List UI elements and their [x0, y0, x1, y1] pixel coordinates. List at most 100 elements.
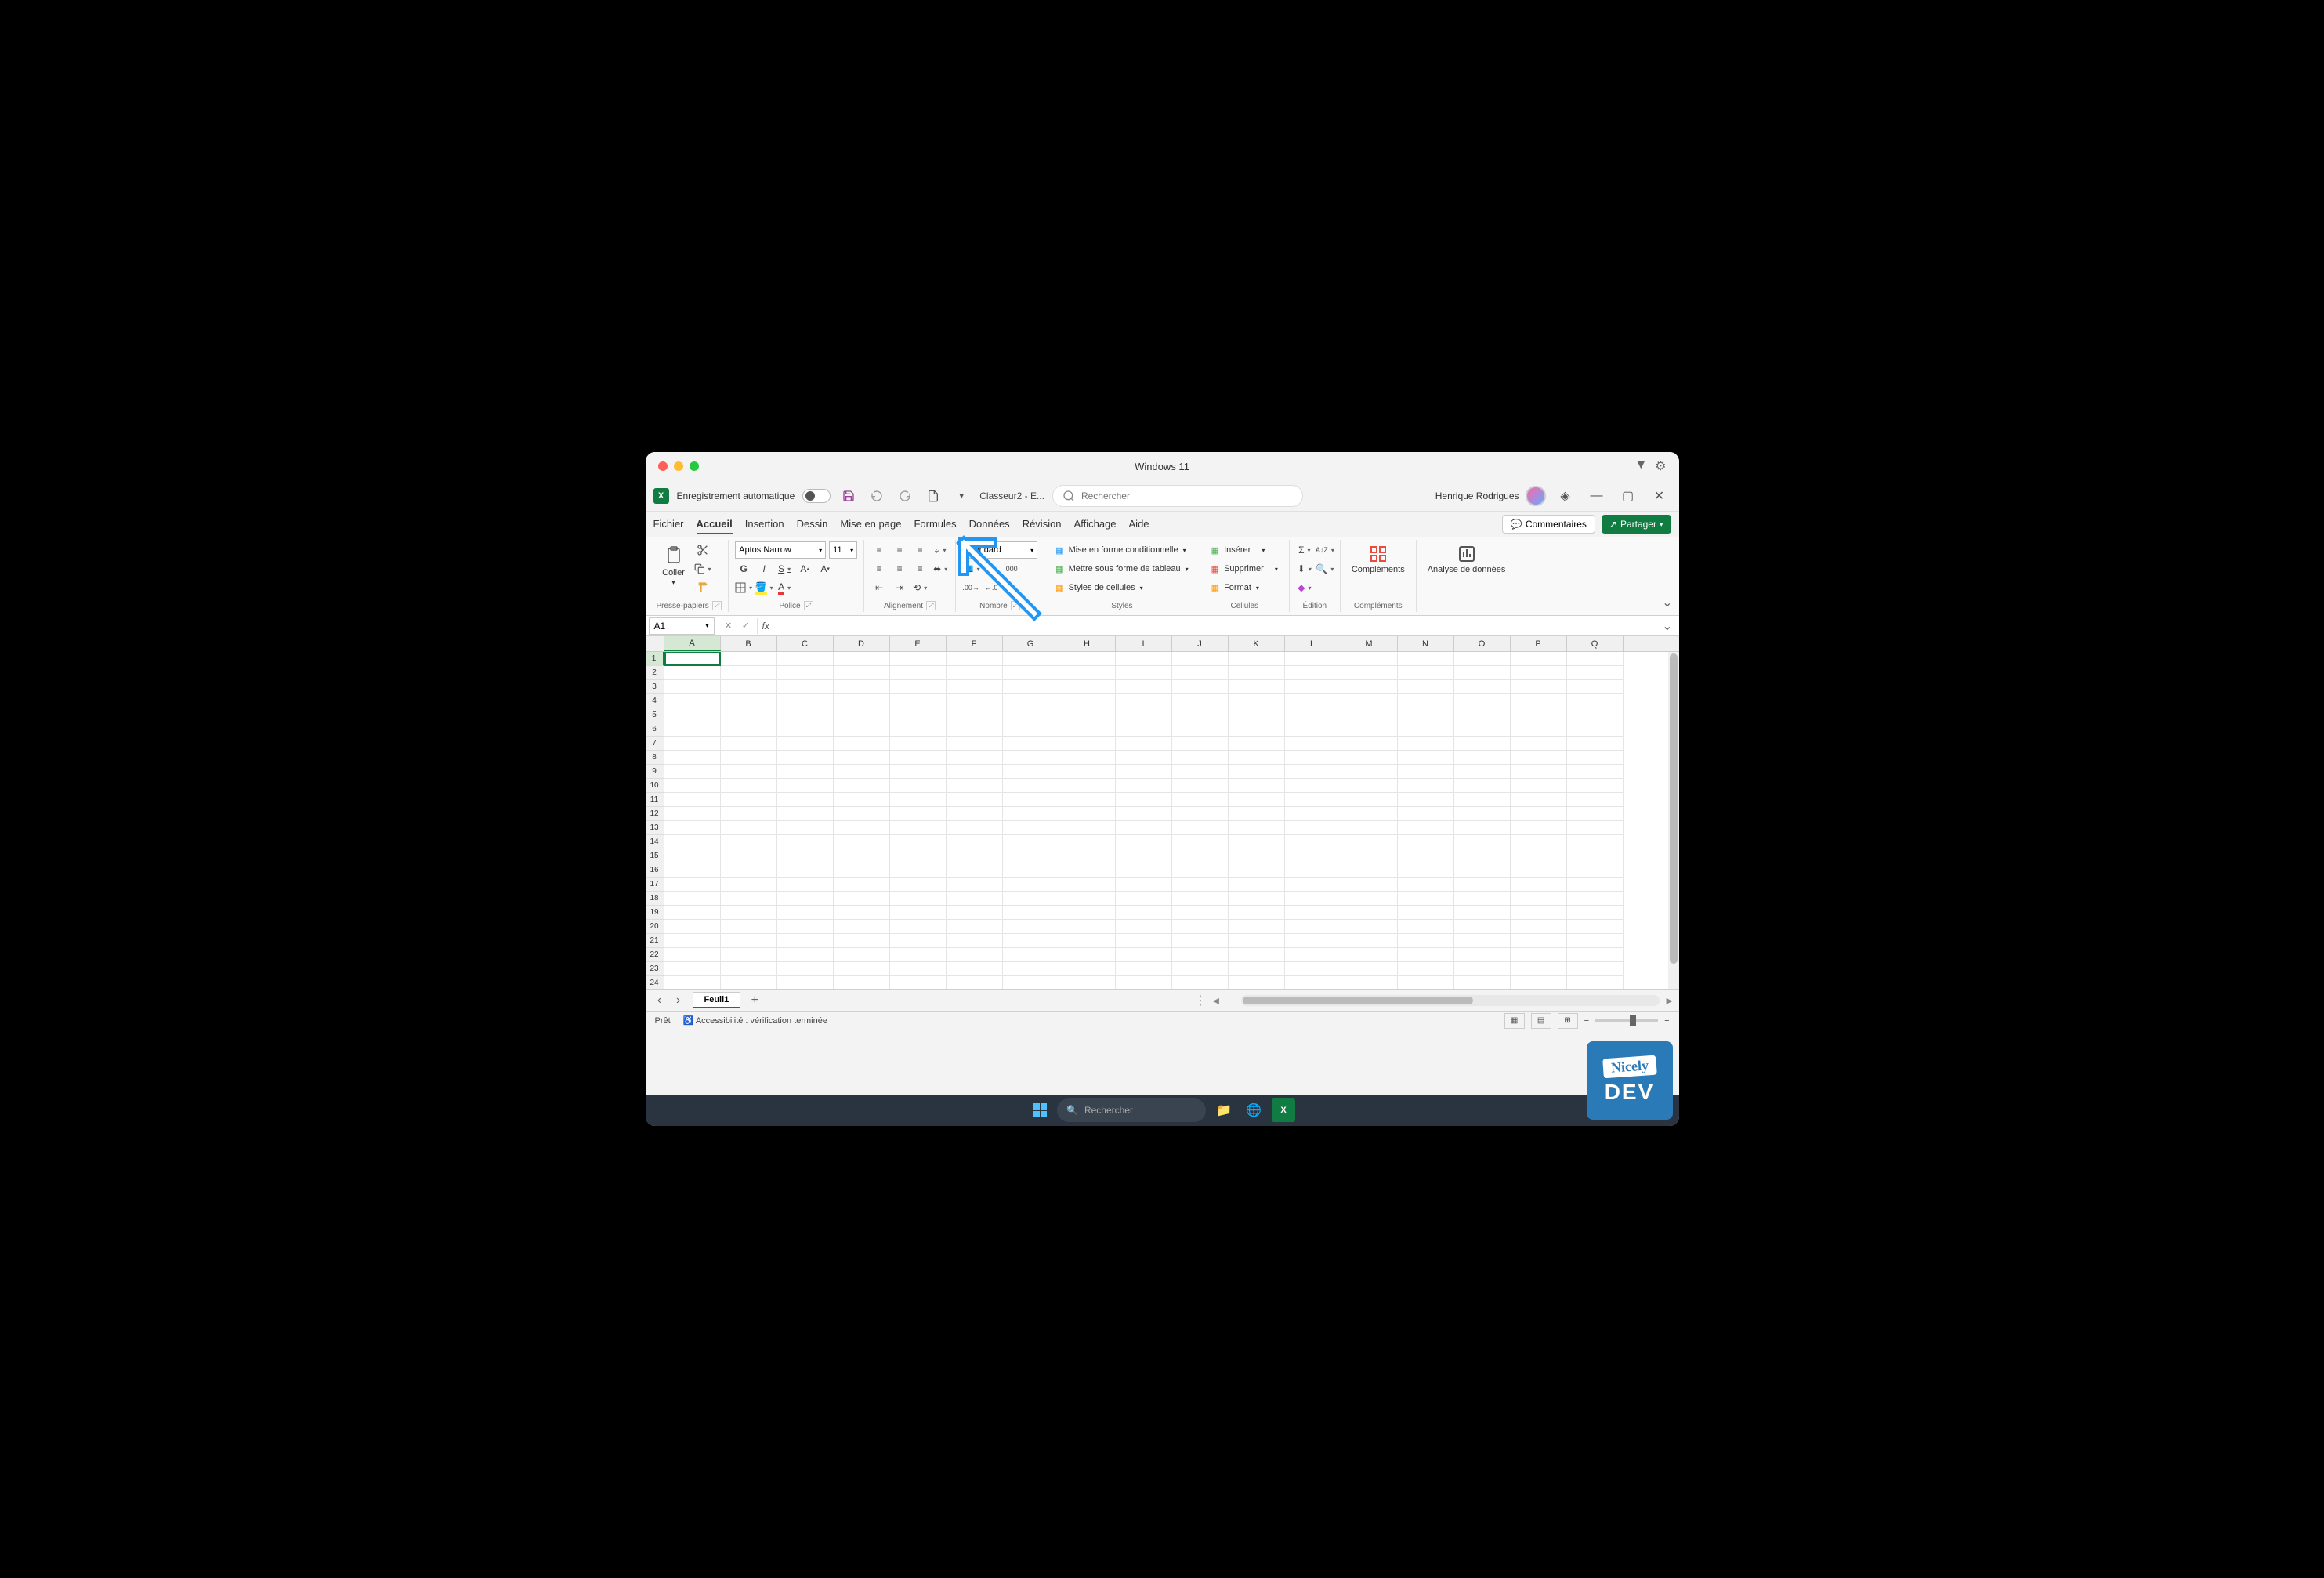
page-layout-view-button[interactable]: ▤: [1531, 1013, 1551, 1029]
cell[interactable]: [664, 793, 721, 807]
cell[interactable]: [1172, 892, 1229, 906]
row-header[interactable]: 24: [646, 976, 664, 989]
cell[interactable]: [890, 751, 947, 765]
cell[interactable]: [1511, 976, 1567, 989]
cell[interactable]: [1567, 722, 1624, 737]
cell[interactable]: [890, 878, 947, 892]
cell[interactable]: [1172, 779, 1229, 793]
cell[interactable]: [1567, 920, 1624, 934]
cell[interactable]: [1172, 934, 1229, 948]
spreadsheet-grid[interactable]: ABCDEFGHIJKLMNOPQ 1234567891011121314151…: [646, 636, 1679, 989]
column-header[interactable]: Q: [1567, 636, 1624, 651]
cell[interactable]: [721, 849, 777, 863]
cell[interactable]: [1116, 765, 1172, 779]
cell[interactable]: [1116, 793, 1172, 807]
cell[interactable]: [947, 976, 1003, 989]
cell[interactable]: [777, 849, 834, 863]
column-header[interactable]: L: [1285, 636, 1341, 651]
cell[interactable]: [1454, 779, 1511, 793]
cell[interactable]: [1398, 708, 1454, 722]
cell[interactable]: [1003, 892, 1059, 906]
cell[interactable]: [947, 948, 1003, 962]
cell[interactable]: [1511, 863, 1567, 878]
cell[interactable]: [1341, 976, 1398, 989]
cell[interactable]: [1511, 652, 1567, 666]
cell[interactable]: [721, 962, 777, 976]
cell[interactable]: [834, 878, 890, 892]
cell[interactable]: [1229, 666, 1285, 680]
customize-qat-dropdown[interactable]: ▼: [951, 486, 972, 506]
cell[interactable]: [777, 807, 834, 821]
decrease-indent-button[interactable]: ⇤: [871, 579, 888, 596]
cell[interactable]: [1229, 793, 1285, 807]
comments-button[interactable]: 💬 Commentaires: [1502, 515, 1595, 534]
cell[interactable]: [834, 793, 890, 807]
cell[interactable]: [1511, 849, 1567, 863]
cell[interactable]: [1229, 920, 1285, 934]
cell[interactable]: [1059, 920, 1116, 934]
cell[interactable]: [1341, 835, 1398, 849]
row-header[interactable]: 12: [646, 807, 664, 821]
cell[interactable]: [1511, 878, 1567, 892]
cell[interactable]: [1116, 708, 1172, 722]
cell[interactable]: [1285, 821, 1341, 835]
cell[interactable]: [834, 835, 890, 849]
autosum-button[interactable]: Σ: [1296, 541, 1313, 559]
cell[interactable]: [1116, 906, 1172, 920]
cell[interactable]: [1567, 962, 1624, 976]
cell[interactable]: [777, 934, 834, 948]
cell[interactable]: [664, 666, 721, 680]
cell[interactable]: [721, 652, 777, 666]
cell[interactable]: [890, 863, 947, 878]
cell[interactable]: [1116, 878, 1172, 892]
increase-indent-button[interactable]: ⇥: [891, 579, 908, 596]
cell[interactable]: [1398, 751, 1454, 765]
cell[interactable]: [777, 948, 834, 962]
cell[interactable]: [1003, 680, 1059, 694]
cell[interactable]: [1172, 849, 1229, 863]
cell[interactable]: [890, 779, 947, 793]
start-button[interactable]: [1029, 1099, 1051, 1121]
cell[interactable]: [1341, 807, 1398, 821]
cell[interactable]: [1511, 807, 1567, 821]
cell[interactable]: [1172, 906, 1229, 920]
cell[interactable]: [1341, 962, 1398, 976]
cell[interactable]: [1567, 751, 1624, 765]
cell[interactable]: [1116, 976, 1172, 989]
cell[interactable]: [1285, 666, 1341, 680]
cell[interactable]: [1285, 920, 1341, 934]
taskbar-search[interactable]: 🔍 Rechercher: [1057, 1098, 1206, 1122]
cell[interactable]: [1172, 920, 1229, 934]
cell[interactable]: [1398, 666, 1454, 680]
cell[interactable]: [1003, 920, 1059, 934]
cell[interactable]: [1172, 807, 1229, 821]
page-break-view-button[interactable]: ⊞: [1558, 1013, 1578, 1029]
cell[interactable]: [834, 948, 890, 962]
row-header[interactable]: 8: [646, 751, 664, 765]
cell[interactable]: [947, 751, 1003, 765]
cell[interactable]: [834, 920, 890, 934]
cell[interactable]: [664, 906, 721, 920]
cell[interactable]: [1567, 906, 1624, 920]
cell[interactable]: [890, 962, 947, 976]
fill-button[interactable]: ⬇: [1296, 560, 1313, 577]
cell[interactable]: [834, 934, 890, 948]
format-painter-button[interactable]: [694, 579, 711, 596]
zoom-out-button[interactable]: −: [1584, 1016, 1589, 1026]
cell[interactable]: [1059, 934, 1116, 948]
cell[interactable]: [1003, 821, 1059, 835]
cell[interactable]: [834, 751, 890, 765]
cell[interactable]: [1567, 807, 1624, 821]
column-header[interactable]: K: [1229, 636, 1285, 651]
cell[interactable]: [721, 807, 777, 821]
cell[interactable]: [1511, 680, 1567, 694]
cell[interactable]: [890, 652, 947, 666]
cell[interactable]: [890, 920, 947, 934]
tab-mise-en-page[interactable]: Mise en page: [840, 515, 901, 534]
cell[interactable]: [1567, 934, 1624, 948]
cell[interactable]: [1454, 793, 1511, 807]
cell[interactable]: [890, 807, 947, 821]
cell[interactable]: [721, 751, 777, 765]
cell[interactable]: [1003, 751, 1059, 765]
cell[interactable]: [777, 835, 834, 849]
